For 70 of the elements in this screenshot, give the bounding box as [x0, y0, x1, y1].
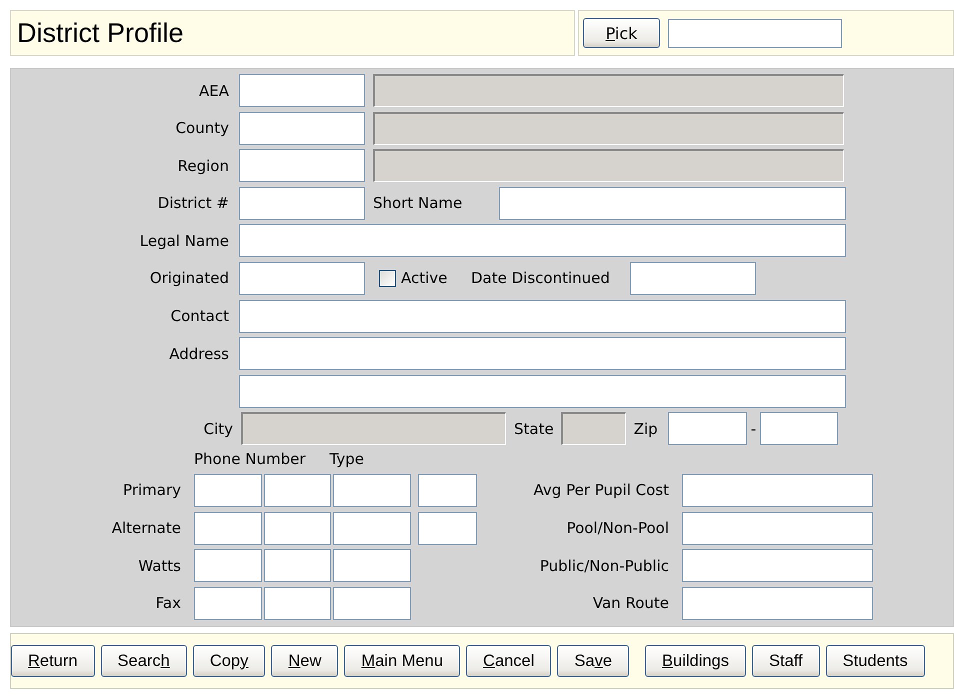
phone-field[interactable] — [194, 549, 262, 582]
type-field[interactable] — [418, 474, 477, 507]
active-checkbox[interactable] — [379, 270, 396, 287]
toolbar-button[interactable]: New — [271, 645, 338, 677]
text-field[interactable] — [239, 74, 365, 107]
text-field[interactable] — [760, 412, 838, 446]
toolbar-button[interactable]: Main Menu — [344, 645, 460, 677]
phone-field[interactable] — [333, 474, 411, 507]
page-title: District Profile — [17, 18, 184, 48]
phone-field[interactable] — [333, 512, 411, 545]
field-label: Pool/Non-Pool — [566, 519, 669, 538]
phone-field[interactable] — [194, 512, 262, 545]
field-label: Avg Per Pupil Cost — [532, 481, 669, 500]
column-header: Type — [330, 450, 364, 468]
text-field[interactable] — [239, 337, 846, 370]
field-label: Date Discontinued — [471, 269, 610, 288]
phone-field[interactable] — [264, 549, 331, 582]
phone-field[interactable] — [333, 586, 411, 620]
field-label: Primary — [122, 481, 181, 500]
field-label: County — [174, 119, 229, 138]
text-field[interactable] — [239, 186, 365, 220]
field-label: Fax — [154, 594, 181, 612]
zip-separator: - — [750, 420, 756, 438]
field-label: District # — [156, 194, 229, 212]
text-field[interactable] — [682, 512, 873, 545]
field-label: Zip — [634, 420, 658, 438]
phone-field[interactable] — [194, 586, 262, 620]
toolbar-button[interactable]: Buildings — [645, 645, 746, 677]
field-label: Contact — [170, 307, 229, 326]
checkbox-label: Active — [401, 269, 448, 288]
text-field[interactable] — [682, 549, 873, 582]
text-field[interactable] — [682, 586, 873, 620]
toolbar-button[interactable]: Search — [100, 645, 187, 677]
phone-field[interactable] — [264, 586, 331, 620]
text-field[interactable] — [239, 374, 846, 408]
field-label: State — [514, 420, 554, 438]
toolbar-button[interactable]: Staff — [752, 645, 820, 677]
text-field[interactable] — [239, 112, 365, 145]
type-field[interactable] — [418, 512, 477, 545]
field-label: AEA — [198, 82, 229, 100]
field-label: Legal Name — [138, 232, 229, 250]
phone-field[interactable] — [333, 549, 411, 582]
text-field[interactable] — [239, 300, 846, 333]
toolbar-button[interactable]: Return — [11, 645, 95, 677]
text-field[interactable] — [239, 224, 846, 258]
field-label: Address — [168, 344, 229, 363]
text-field[interactable] — [239, 149, 365, 182]
text-field[interactable] — [499, 186, 846, 220]
field-label: Originated — [148, 269, 229, 288]
phone-field[interactable] — [264, 512, 331, 545]
field-label: Short Name — [373, 194, 464, 212]
field-label: City — [202, 420, 233, 438]
pick-button[interactable]: Pick — [583, 18, 660, 48]
text-field[interactable] — [239, 262, 365, 295]
toolbar-button[interactable]: Cancel — [466, 645, 552, 677]
text-field[interactable] — [682, 474, 873, 507]
field-label: Alternate — [110, 519, 181, 538]
field-label: Van Route — [592, 594, 669, 612]
toolbar-button[interactable]: Students — [826, 645, 925, 677]
phone-field[interactable] — [264, 474, 331, 507]
toolbar-button[interactable]: Save — [557, 645, 630, 677]
field-label: Public/Non-Public — [538, 556, 669, 575]
column-header: Phone Number — [194, 450, 306, 468]
field-label: Watts — [137, 556, 181, 575]
text-field[interactable] — [668, 412, 747, 446]
pick-field[interactable] — [668, 18, 842, 48]
field-label: Region — [176, 156, 229, 175]
text-field[interactable] — [630, 262, 756, 295]
phone-field[interactable] — [194, 474, 262, 507]
toolbar-button[interactable]: Copy — [192, 645, 266, 677]
